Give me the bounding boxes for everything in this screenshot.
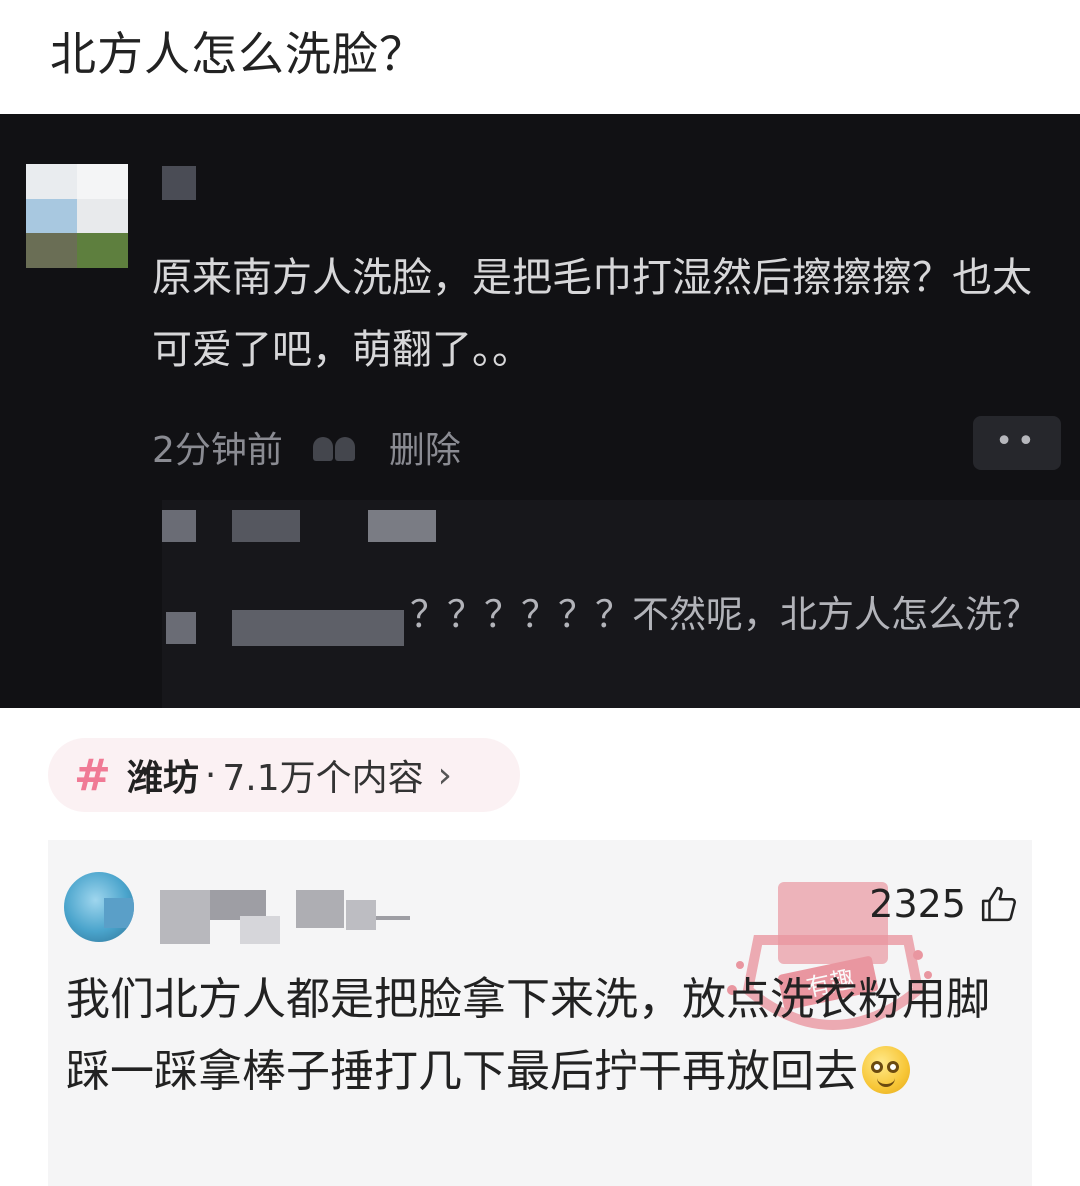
comment-body-text: 我们北方人都是把脸拿下来洗，放点洗衣粉用脚踩一踩拿棒子捶打几下最后拧干再放回去: [66, 974, 990, 1097]
chevron-right-icon: ›: [437, 754, 453, 796]
like-count: 2325: [869, 882, 966, 926]
commenter-name-redacted: [162, 166, 196, 200]
question-title: 北方人怎么洗脸？: [50, 27, 426, 81]
commenter-avatar: [26, 164, 128, 268]
username-redacted: [160, 890, 410, 944]
reply-box: ？？？？？？不然呢，北方人怎么洗？: [162, 500, 1080, 708]
reply-text: ？？？？？？不然呢，北方人怎么洗？: [410, 593, 1039, 636]
smile-emoji-icon: [862, 1046, 910, 1094]
topic-tag[interactable]: # 潍坊 · 7.1万个内容 ›: [48, 738, 520, 812]
reply-redacted-block: [368, 510, 436, 542]
comment-meta: 2分钟前 删除: [152, 422, 461, 472]
comment-text: 原来南方人洗脸，是把毛巾打湿然后擦擦擦？也太可爱了吧，萌翻了。。: [152, 255, 1032, 373]
visibility-icon: [312, 433, 359, 461]
delete-link[interactable]: 删除: [389, 421, 461, 473]
reply-redacted-block: [232, 510, 300, 542]
topic-count: 7.1万个内容: [222, 758, 424, 799]
user-avatar[interactable]: [64, 872, 134, 942]
comment-card: 有趣 2325 我们北方人都是把脸拿下来洗，放点洗衣粉用脚踩一踩拿棒子捶打几下最…: [48, 840, 1032, 1186]
like-control[interactable]: 2325: [869, 882, 1018, 926]
hashtag-icon: #: [74, 749, 111, 801]
reply-redacted-block: [162, 510, 196, 542]
screenshot-dark-panel: 原来南方人洗脸，是把毛巾打湿然后擦擦擦？也太可爱了吧，萌翻了。。 2分钟前 删除…: [0, 114, 1080, 708]
thumbs-up-icon: [981, 886, 1016, 922]
comment-body: 我们北方人都是把脸拿下来洗，放点洗衣粉用脚踩一踩拿棒子捶打几下最后拧干再放回去: [66, 964, 1016, 1108]
topic-separator: ·: [204, 754, 217, 796]
topic-name: 潍坊: [126, 758, 199, 799]
comment-time: 2分钟前: [152, 430, 283, 471]
more-options-button[interactable]: ••: [973, 416, 1061, 470]
